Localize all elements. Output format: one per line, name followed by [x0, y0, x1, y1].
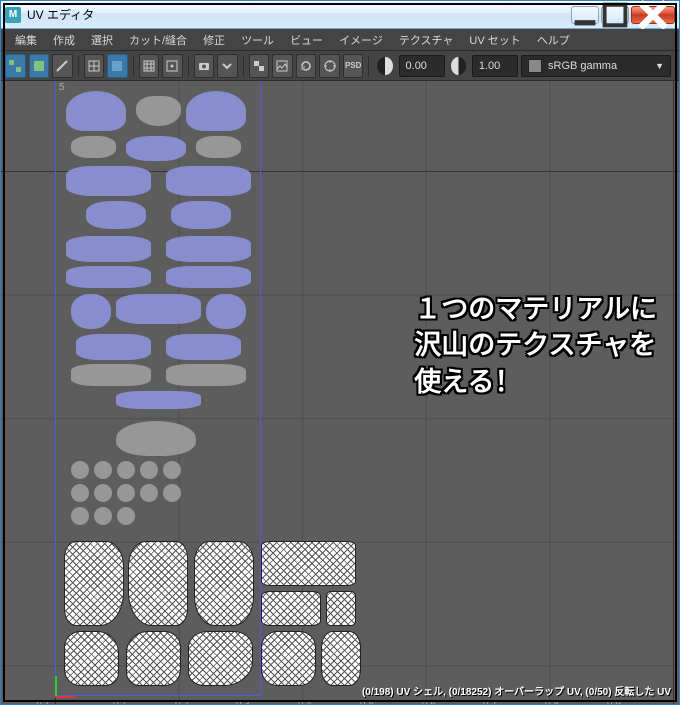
axis-label-x5: 0.5 — [360, 699, 374, 704]
titlebar: M UV エディタ — [1, 1, 679, 29]
toolbar: PSD 0.00 1.00 sRGB gamma ▼ — [1, 51, 679, 81]
menu-tools[interactable]: ツール — [233, 30, 282, 50]
axis-label-x6: 0.6 — [422, 699, 436, 704]
axis-label-x9: 0.9 — [607, 699, 621, 704]
uv-edge-toggle-icon[interactable] — [52, 54, 73, 78]
menu-select[interactable]: 選択 — [83, 30, 121, 50]
pixel-snap-icon[interactable] — [162, 54, 183, 78]
uv-tile — [55, 81, 261, 696]
checker-icon[interactable] — [249, 54, 270, 78]
axis-label-y5: 5 — [59, 82, 65, 93]
window-title: UV エディタ — [27, 6, 571, 23]
axis-label-xn1: -0.1 — [33, 700, 50, 704]
menubar: 編集 作成 選択 カット/縫合 修正 ツール ビュー イメージ テクスチャ UV… — [1, 29, 679, 51]
menu-create[interactable]: 作成 — [45, 30, 83, 50]
menu-help[interactable]: ヘルプ — [529, 30, 578, 50]
annotation-line3: 使える！ — [414, 364, 657, 400]
snapshot-icon[interactable] — [194, 54, 215, 78]
color-swatch-icon — [528, 59, 542, 73]
dim-target-icon[interactable] — [319, 54, 340, 78]
uv-shell-toggle-icon[interactable] — [5, 54, 26, 78]
menu-view[interactable]: ビュー — [282, 30, 331, 50]
psd-icon[interactable]: PSD — [343, 54, 364, 78]
axis-label-x2: 0.2 — [175, 699, 189, 704]
axis-label-x7: 0.7 — [483, 699, 497, 704]
axis-label-x1: 0.1 — [113, 699, 127, 704]
reload-icon[interactable] — [296, 54, 317, 78]
axis-label-x8: 0.8 — [545, 699, 559, 704]
axis-y-icon — [55, 676, 57, 696]
maximize-button[interactable] — [601, 6, 629, 24]
annotation-text: １つのマテリアルに 沢山のテクスチャを 使える！ — [414, 291, 657, 400]
axis-label-x3: 0.3 — [236, 699, 250, 704]
gamma-field[interactable]: 1.00 — [472, 55, 518, 77]
chevron-down-icon: ▼ — [655, 61, 664, 71]
menu-cut-sew[interactable]: カット/縫合 — [121, 30, 195, 50]
exposure-icon — [377, 57, 392, 75]
annotation-line1: １つのマテリアルに — [414, 291, 657, 327]
app-icon: M — [5, 7, 21, 23]
annotation-line2: 沢山のテクスチャを — [414, 327, 657, 363]
menu-edit[interactable]: 編集 — [7, 30, 45, 50]
exposure-field[interactable]: 0.00 — [399, 55, 445, 77]
close-button[interactable] — [631, 6, 675, 24]
menu-texture[interactable]: テクスチャ — [391, 30, 462, 50]
minimize-button[interactable] — [571, 6, 599, 24]
wireframe-icon[interactable] — [84, 54, 105, 78]
axis-label-x4: 0.4 — [298, 699, 312, 704]
color-space-label: sRGB gamma — [548, 60, 617, 72]
menu-uvsets[interactable]: UV セット — [461, 30, 528, 50]
grid-icon[interactable] — [139, 54, 160, 78]
gamma-icon — [451, 57, 466, 75]
uv-face-toggle-icon[interactable] — [29, 54, 50, 78]
image-icon[interactable] — [272, 54, 293, 78]
status-text: (0/198) UV シェル, (0/18252) オーバーラップ UV, (0… — [362, 683, 671, 698]
dropdown-icon[interactable] — [217, 54, 238, 78]
uv-viewport[interactable]: 5 -0.1 -0.2 -0.3 -0.4 0.1 0.2 0.3 0.4 0.… — [1, 81, 679, 704]
menu-modify[interactable]: 修正 — [195, 30, 233, 50]
axis-x-icon — [55, 696, 75, 698]
menu-image[interactable]: イメージ — [331, 30, 391, 50]
color-space-dropdown[interactable]: sRGB gamma ▼ — [521, 55, 671, 77]
shaded-icon[interactable] — [107, 54, 128, 78]
